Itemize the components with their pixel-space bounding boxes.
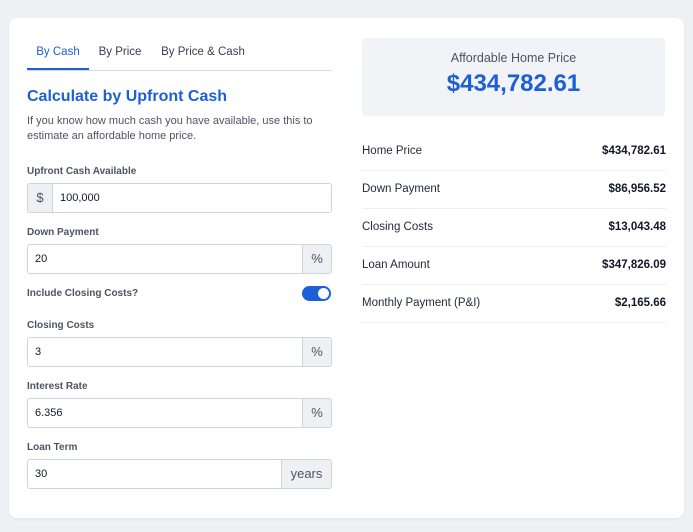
form-heading: Calculate by Upfront Cash (27, 88, 228, 105)
loan-term-label: Loan Term (27, 442, 78, 453)
years-suffix: years (281, 460, 331, 488)
summary-row-closing-costs: Closing Costs $13,043.48 (362, 209, 666, 247)
closing-costs-field: 3 % (27, 337, 332, 367)
tab-by-price[interactable]: By Price (95, 46, 145, 68)
percent-suffix: % (302, 399, 331, 427)
down-payment-label: Down Payment (27, 227, 99, 238)
upfront-cash-label: Upfront Cash Available (27, 166, 137, 177)
summary-row-down-payment: Down Payment $86,956.52 (362, 171, 666, 209)
summary-key: Closing Costs (362, 221, 433, 233)
closing-costs-label: Closing Costs (27, 320, 95, 331)
percent-suffix: % (302, 245, 331, 273)
dollar-prefix: $ (28, 184, 53, 212)
affordable-price-label: Affordable Home Price (450, 51, 577, 65)
tab-by-cash[interactable]: By Cash (27, 46, 89, 70)
summary-value: $2,165.66 (614, 297, 666, 309)
interest-rate-field: 6.356 % (27, 398, 332, 428)
summary-key: Down Payment (362, 183, 440, 195)
upfront-cash-input[interactable]: 100,000 (60, 184, 100, 212)
summary-value: $434,782.61 (602, 145, 666, 157)
summary-row-home-price: Home Price $434,782.61 (362, 133, 666, 171)
summary-key: Monthly Payment (P&I) (362, 297, 481, 309)
include-closing-costs-label: Include Closing Costs? (27, 288, 139, 299)
loan-term-input[interactable]: 30 (35, 460, 47, 488)
form-description: If you know how much cash you have avail… (27, 115, 313, 142)
loan-term-field: 30 years (27, 459, 332, 489)
calculator-card: By Cash By Price By Price & Cash Calcula… (9, 18, 684, 518)
upfront-cash-field: $ 100,000 (27, 183, 332, 213)
tab-by-price-and-cash[interactable]: By Price & Cash (158, 46, 248, 68)
summary-key: Home Price (362, 145, 423, 157)
summary-value: $86,956.52 (608, 183, 666, 195)
summary-row-loan-amount: Loan Amount $347,826.09 (362, 247, 666, 285)
summary-value: $347,826.09 (602, 259, 666, 271)
closing-costs-input[interactable]: 3 (35, 338, 41, 366)
interest-rate-label: Interest Rate (27, 381, 88, 392)
tab-bar: By Cash By Price By Price & Cash (27, 46, 332, 71)
toggle-knob (318, 288, 329, 299)
down-payment-input[interactable]: 20 (35, 245, 47, 273)
affordable-price-box: Affordable Home Price $434,782.61 (362, 38, 665, 116)
percent-suffix: % (302, 338, 331, 366)
summary-value: $13,043.48 (608, 221, 666, 233)
include-closing-costs-toggle[interactable] (302, 286, 331, 301)
interest-rate-input[interactable]: 6.356 (35, 399, 63, 427)
summary-row-monthly-payment: Monthly Payment (P&I) $2,165.66 (362, 285, 666, 323)
summary-list: Home Price $434,782.61 Down Payment $86,… (362, 133, 666, 323)
affordable-price-value: $434,782.61 (446, 70, 581, 97)
down-payment-field: 20 % (27, 244, 332, 274)
summary-key: Loan Amount (362, 259, 430, 271)
